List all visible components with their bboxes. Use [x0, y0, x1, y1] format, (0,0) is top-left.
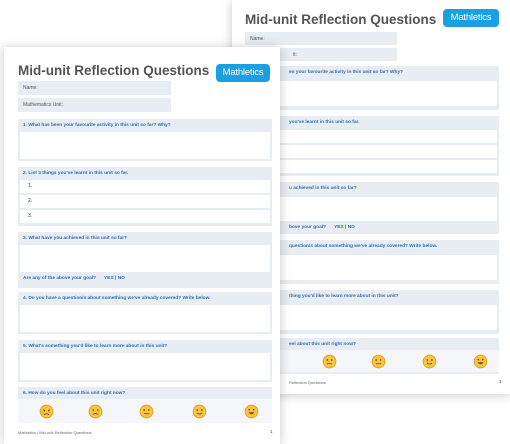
question-3: 3. What have you achieved in this unit s… [18, 232, 272, 288]
back-goal-question: bove your goal? YES | NO [289, 225, 355, 230]
goal-yes-option[interactable]: YES [104, 276, 114, 281]
back-list-item-1[interactable] [247, 130, 497, 143]
back-question-2: you've learnt in this unit so far. [245, 116, 499, 176]
back-question-6: eel about this unit right now? [245, 338, 499, 374]
back-name-field[interactable]: Name: [245, 32, 397, 45]
back-page-footer: Reflection Questions [289, 380, 326, 385]
question-5-answer[interactable] [20, 353, 270, 380]
page-footer: Mathletics | Mid-unit Reflection Questio… [18, 430, 92, 435]
page-title: Mid-unit Reflection Questions [18, 63, 210, 78]
smiling-face-icon[interactable] [192, 404, 207, 419]
mathematics-unit-field[interactable]: Mathematics Unit: [18, 98, 171, 112]
list-item-2[interactable]: 2. [20, 195, 270, 208]
sad-face-icon[interactable] [88, 404, 103, 419]
back-question-4-answer[interactable] [247, 255, 497, 280]
back-question-1-answer[interactable] [247, 81, 497, 106]
back-neutral-face-icon[interactable] [322, 354, 337, 369]
back-page-number: 1 [499, 379, 502, 384]
back-page-title: Mid-unit Reflection Questions [245, 12, 437, 27]
question-4-label: 4. Do you have a question/s about someth… [23, 296, 211, 301]
question-6-label: 6. How do you feel about this unit right… [23, 391, 126, 396]
back-goal-yes[interactable]: YES [334, 225, 344, 230]
list-item-3[interactable]: 3. [20, 210, 270, 223]
back-question-5: thing you'd like to learn more about in … [245, 290, 499, 334]
page-number: 1 [270, 429, 273, 434]
back-question-5-label: thing you'd like to learn more about in … [289, 294, 399, 299]
question-1-answer[interactable] [20, 132, 270, 159]
crying-face-icon[interactable] [39, 404, 54, 419]
back-goal-no[interactable]: NO [348, 225, 355, 230]
back-sad-face-icon[interactable] [371, 354, 386, 369]
question-2: 2. List 3 things you've learnt in this u… [18, 167, 272, 226]
question-6: 6. How do you feel about this unit right… [18, 387, 272, 423]
back-question-5-answer[interactable] [247, 305, 497, 330]
back-question-4-label: question/s about something we've already… [289, 244, 438, 249]
back-question-3: u achieved in this unit so far? bove you… [245, 182, 499, 234]
back-feelings-row [245, 350, 499, 372]
back-question-3-answer[interactable] [247, 197, 497, 221]
question-2-label: 2. List 3 things you've learnt in this u… [23, 171, 129, 176]
question-4-answer[interactable] [20, 305, 270, 332]
question-5-label: 5. What's something you'd like to learn … [23, 344, 168, 349]
list-item-1[interactable]: 1. [20, 180, 270, 193]
question-5: 5. What's something you'd like to learn … [18, 340, 272, 382]
question-1-label: 1. What has been your favourite activity… [23, 123, 171, 128]
feelings-row [18, 399, 272, 423]
goal-no-option[interactable]: NO [118, 276, 125, 281]
back-question-4: question/s about something we've already… [245, 240, 499, 284]
neutral-face-icon[interactable] [139, 404, 154, 419]
mathletics-logo: Mathletics [216, 64, 270, 82]
question-1: 1. What has been your favourite activity… [18, 119, 272, 161]
name-field[interactable]: Name: [18, 81, 171, 95]
grinning-face-icon[interactable] [244, 404, 259, 419]
back-list-item-2[interactable] [247, 145, 497, 158]
goal-question: Are any of the above your goal? YES | NO [23, 276, 125, 281]
back-question-6-label: eel about this unit right now? [289, 342, 356, 347]
back-grinning-face-icon[interactable] [473, 354, 488, 369]
question-3-answer[interactable] [20, 245, 270, 272]
back-question-2-label: you've learnt in this unit so far. [289, 120, 360, 125]
back-list-item-3[interactable] [247, 160, 497, 173]
back-question-1-label: en your favourite activity in this unit … [289, 70, 404, 75]
back-question-3-label: u achieved in this unit so far? [289, 186, 357, 191]
back-mathletics-logo: Mathletics [443, 9, 499, 27]
front-worksheet-page: Mid-unit Reflection Questions Mathletics… [4, 47, 280, 444]
question-3-label: 3. What have you achieved in this unit s… [23, 236, 127, 241]
question-4: 4. Do you have a question/s about someth… [18, 292, 272, 334]
back-question-1: en your favourite activity in this unit … [245, 66, 499, 110]
back-smiling-face-icon[interactable] [422, 354, 437, 369]
